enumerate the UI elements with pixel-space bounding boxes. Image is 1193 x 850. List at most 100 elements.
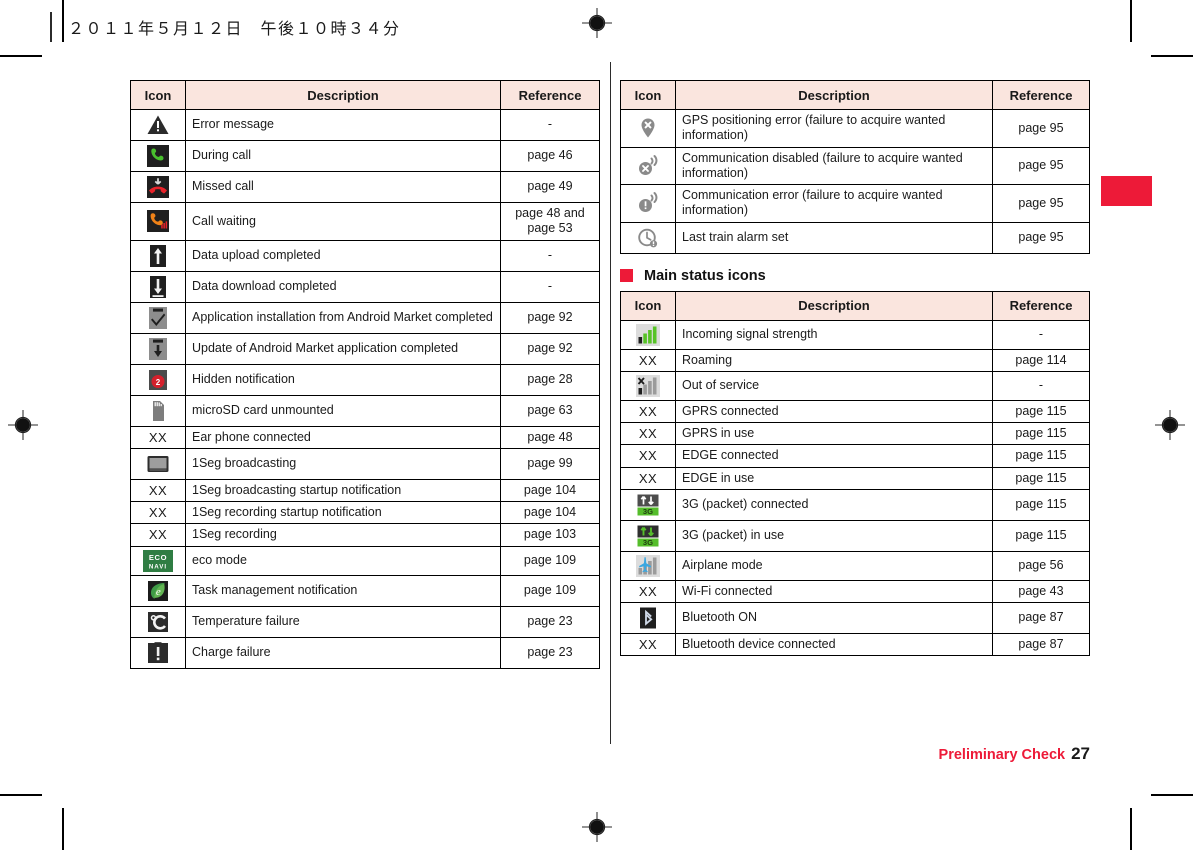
row-description-cell: microSD card unmounted <box>185 394 501 427</box>
bluetooth-on-icon <box>636 606 660 630</box>
gps-error-pin-icon <box>636 116 660 140</box>
row-description-cell: 1Seg broadcasting <box>185 447 501 480</box>
icon-placeholder-text: XX <box>148 527 168 543</box>
icon-placeholder-text: XX <box>638 583 658 599</box>
svg-text:3G: 3G <box>643 507 653 516</box>
row-icon-cell <box>130 394 186 427</box>
table-row: GPS positioning error (failure to acquir… <box>620 109 1090 148</box>
install-check-icon <box>146 306 170 330</box>
row-icon-cell: XX <box>620 399 676 424</box>
row-description-cell: Communication disabled (failure to acqui… <box>675 146 993 185</box>
table-row: XX Roaming page 114 <box>620 348 1090 372</box>
row-reference-cell: page 95 <box>992 146 1090 185</box>
table-row: Data download completed - <box>130 270 600 303</box>
row-icon-cell <box>130 202 186 241</box>
row-reference-cell: page 109 <box>500 545 600 576</box>
row-description-cell: Missed call <box>185 171 501 203</box>
row-description-cell: 1Seg recording startup notification <box>185 500 501 525</box>
row-icon-cell: XX <box>620 348 676 372</box>
row-icon-cell <box>130 171 186 203</box>
row-reference-cell: page 92 <box>500 332 600 365</box>
right-bottom-table-body: Incoming signal strength - XX Roaming pa… <box>620 319 1090 657</box>
update-download-icon <box>146 337 170 361</box>
table-row: Call waiting page 48 and page 53 <box>130 202 600 241</box>
row-icon-cell: 3G <box>620 519 676 552</box>
download-arrow-icon <box>146 275 170 299</box>
header-rule <box>50 12 52 42</box>
eco-navi-icon: ECO NAVI <box>143 549 173 572</box>
header-date: ２０１１年５月１２日 午後１０時３４分 <box>68 19 401 38</box>
row-reference-cell: page 115 <box>992 399 1090 424</box>
section-heading-main-status-icons: Main status icons <box>620 268 1090 284</box>
table-row: During call page 46 <box>130 140 600 172</box>
communication-error-icon <box>636 191 660 215</box>
row-description-cell: During call <box>185 140 501 172</box>
table-row: XX GPRS in use page 115 <box>620 421 1090 446</box>
table-row: microSD card unmounted page 63 <box>130 394 600 427</box>
row-icon-cell: XX <box>620 632 676 657</box>
crop-mark-top-right-h <box>1151 55 1193 57</box>
svg-text:e: e <box>156 586 161 598</box>
row-icon-cell: ECO NAVI <box>130 545 186 576</box>
tv-screen-icon <box>146 452 170 476</box>
row-description-cell: GPRS connected <box>675 399 993 424</box>
row-icon-cell: 3G <box>620 488 676 521</box>
edge-color-tab <box>1101 176 1152 206</box>
row-reference-cell: page 99 <box>500 447 600 480</box>
svg-text:3G: 3G <box>643 538 653 547</box>
row-reference-cell: page 23 <box>500 605 600 638</box>
page-footer: Preliminary Check 27 <box>939 744 1090 764</box>
row-icon-cell <box>130 636 186 669</box>
table-row: 1Seg broadcasting page 99 <box>130 447 600 480</box>
row-description-cell: Out of service <box>675 370 993 401</box>
row-icon-cell <box>620 109 676 148</box>
row-reference-cell: page 115 <box>992 444 1090 468</box>
table-row: Charge failure page 23 <box>130 636 600 669</box>
row-reference-cell: page 28 <box>500 363 600 396</box>
row-description-cell: GPRS in use <box>675 421 993 446</box>
left-table-body: Error message - During call page 46 Miss… <box>130 109 600 669</box>
table-row: Update of Android Market application com… <box>130 332 600 365</box>
column-header-description: Description <box>675 80 993 110</box>
last-train-alarm-icon <box>636 226 660 250</box>
row-description-cell: Update of Android Market application com… <box>185 332 501 365</box>
row-description-cell: GPS positioning error (failure to acquir… <box>675 109 993 148</box>
row-description-cell: Task management notification <box>185 574 501 607</box>
crop-mark-bottom-right-v <box>1130 808 1132 850</box>
row-reference-cell: page 63 <box>500 394 600 427</box>
hidden-notification-icon: 2 <box>146 368 170 392</box>
row-icon-cell: XX <box>620 444 676 468</box>
column-header-reference: Reference <box>992 290 1090 321</box>
crop-mark-top-right-v <box>1130 0 1132 42</box>
row-icon-cell <box>620 146 676 185</box>
table-row: Application installation from Android Ma… <box>130 301 600 334</box>
table-row: Bluetooth ON page 87 <box>620 602 1090 634</box>
row-icon-cell <box>620 221 676 254</box>
column-divider <box>610 62 611 744</box>
row-reference-cell: page 48 <box>500 425 600 449</box>
row-reference-cell: page 87 <box>992 632 1090 657</box>
table-row: 2 Hidden notification page 28 <box>130 363 600 396</box>
footer-section-label: Preliminary Check <box>938 747 1066 763</box>
table-row: XX EDGE connected page 115 <box>620 444 1090 468</box>
row-reference-cell: page 115 <box>992 488 1090 521</box>
row-reference-cell: page 115 <box>992 519 1090 552</box>
crop-mark-bottom-right-h <box>1151 794 1193 796</box>
call-waiting-icon <box>146 209 170 233</box>
3g-in-use-icon: 3G <box>636 524 660 548</box>
row-description-cell: Data upload completed <box>185 239 501 272</box>
row-description-cell: Charge failure <box>185 636 501 669</box>
row-reference-cell: - <box>992 370 1090 401</box>
table-row: XX 1Seg recording page 103 <box>130 523 600 547</box>
registration-mark-bottom <box>582 812 612 842</box>
table-row: XX 1Seg broadcasting startup notificatio… <box>130 478 600 503</box>
upload-arrow-icon <box>146 244 170 268</box>
column-header-description: Description <box>675 290 993 321</box>
warning-triangle-icon <box>146 113 170 137</box>
row-reference-cell: page 114 <box>992 348 1090 372</box>
row-description-cell: 3G (packet) connected <box>675 488 993 521</box>
row-description-cell: Data download completed <box>185 270 501 303</box>
row-icon-cell <box>620 319 676 350</box>
icon-placeholder-text: XX <box>148 505 168 521</box>
row-icon-cell <box>130 332 186 365</box>
